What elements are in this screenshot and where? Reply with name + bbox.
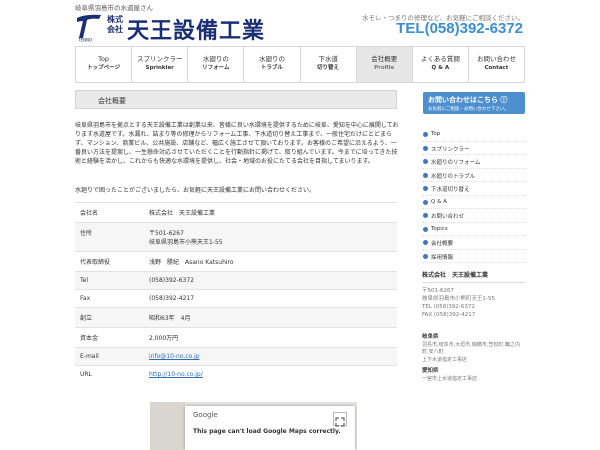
page-title: 会社概要: [75, 90, 397, 109]
sidebar-company-info: 株式会社 天王設備工業 〒501-6267 岐阜県羽島市小熊町天王1-55 TE…: [422, 272, 526, 319]
nav-sublabel: Sprinkler: [145, 65, 174, 71]
sidebar-zip: 〒501-6267: [422, 288, 454, 294]
map-error-message: This page can't load Google Maps correct…: [193, 428, 341, 435]
row-value: (058)392-4217: [145, 289, 397, 308]
nav-label: 水廻りの: [202, 55, 229, 63]
nav-label: お問い合わせ: [476, 55, 516, 63]
google-map-embed[interactable]: Google This page can't load Google Maps …: [150, 402, 357, 450]
intro-contact-text: 水廻りで困ったことがございましたら、お気軽に天王設備工業にお問い合わせください。: [75, 187, 316, 194]
table-row: E-mail info@10-no.co.jp: [75, 347, 397, 366]
logo-company-name: 天王設備工業: [127, 18, 266, 44]
row-label: 住所: [75, 222, 145, 252]
nav-sublabel: Profile: [374, 65, 395, 71]
nav-sublabel: Q & A: [431, 65, 450, 71]
contact-cta-button[interactable]: お問い合わせはこちら ⓘ お気軽にご相談・お問い合わせ下さい。: [423, 92, 525, 114]
nav-sublabel: トラブル: [260, 65, 283, 71]
table-row: 代表取締役 浅野 勝紀 Asano Katsuhiro: [75, 251, 397, 272]
table-row: 資本金 2,000万円: [75, 327, 397, 348]
row-value: info@10-no.co.jp: [145, 347, 397, 366]
sidebar-item-top[interactable]: Top: [422, 128, 526, 142]
sidebar-item-trouble[interactable]: 水廻りのトラブル: [422, 169, 526, 182]
site-logo[interactable]: TENNO 株式会社 天王設備工業: [75, 12, 275, 44]
table-row: 創立 昭和63年 4月: [75, 307, 397, 328]
row-label: 創立: [75, 307, 145, 328]
row-value: http://10-no.co.jp/: [145, 365, 397, 383]
nav-contact[interactable]: お問い合わせ Contact: [467, 47, 525, 82]
nav-label: Top: [98, 55, 110, 63]
company-info-table: 会社名 株式会社 天王設備工業 住所 〒501-6267 岐阜県羽島市小熊天王1-5…: [75, 202, 397, 383]
row-label: E-mail: [75, 347, 145, 366]
nav-profile[interactable]: 会社概要 Profile: [355, 47, 412, 82]
table-row: Tel (058)392-6372: [75, 271, 397, 290]
nav-sublabel: リフォーム: [202, 65, 230, 71]
map-error-dialog: Google This page can't load Google Maps …: [185, 406, 355, 450]
nav-top[interactable]: Top トップページ: [75, 47, 131, 82]
sidebar-company-name: 株式会社 天王設備工業: [422, 272, 526, 283]
sidebar-item-qa[interactable]: Q & A: [422, 196, 526, 209]
area-text-gifu: 羽島市,岐阜市,大垣市,瑞穂市,笠松町,輪之内町,安八町 上下水道指定工事店: [422, 341, 520, 363]
site-tagline: 岐阜県羽島市の水道屋さん: [75, 4, 153, 12]
area-title-gifu: 岐阜県: [422, 334, 439, 340]
row-label: 資本金: [75, 327, 145, 348]
row-label: Fax: [75, 289, 145, 308]
sidebar-service-area: 岐阜県 羽島市,岐阜市,大垣市,瑞穂市,笠松町,輪之内町,安八町 上下水道指定工…: [422, 330, 526, 383]
row-value: 2,000万円: [145, 327, 397, 348]
global-nav: Top トップページ スプリンクラー Sprinkler 水廻りのリフォーム 水廻り…: [75, 46, 525, 83]
cta-sublabel: お気軽にご相談・お問い合わせ下さい。: [428, 107, 509, 112]
row-value: 〒501-6267 岐阜県羽島市小熊天王1-55: [145, 222, 397, 252]
nav-sublabel: Contact: [484, 65, 509, 71]
logo-company-type: 株式会社: [107, 15, 123, 34]
area-text-aichi: 一宮市上水道指定工事店: [422, 375, 478, 382]
map-background: [150, 402, 185, 450]
sidebar-nav: Top スプリンクラー 水廻りのリフォーム 水廻りのトラブル 下水道切り替え Q…: [422, 128, 526, 263]
sidebar-item-sewer[interactable]: 下水道切り替え: [422, 182, 526, 196]
row-value: 株式会社 天王設備工業: [145, 202, 397, 223]
area-title-aichi: 愛知県: [422, 368, 439, 374]
sidebar-address: 岐阜県羽島市小熊町天王1-55: [422, 296, 495, 302]
nav-qa[interactable]: よくある質問 Q & A: [411, 47, 468, 82]
nav-trouble[interactable]: 水廻りの トラブル: [243, 47, 299, 82]
nav-label: よくある質問: [420, 55, 460, 63]
nav-sewer[interactable]: 下水道 切り替え: [299, 47, 356, 82]
row-label: 会社名: [75, 202, 145, 223]
nav-sublabel: トップページ: [87, 65, 120, 71]
table-row: 会社名 株式会社 天王設備工業: [75, 202, 397, 223]
row-value: (058)392-6372: [145, 271, 397, 290]
header-phone[interactable]: TEL(058)392-6372: [396, 20, 523, 37]
sidebar-item-topics[interactable]: Topics: [422, 223, 526, 236]
fullscreen-icon[interactable]: [333, 412, 347, 427]
cta-label: お問い合わせはこちら ⓘ: [428, 96, 508, 104]
nav-label: スプリンクラー: [136, 55, 183, 63]
row-label: Tel: [75, 271, 145, 290]
email-link[interactable]: info@10-no.co.jp: [149, 353, 200, 360]
sidebar-item-reform[interactable]: 水廻りのリフォーム: [422, 155, 526, 169]
nav-reform[interactable]: 水廻りの リフォーム: [187, 47, 243, 82]
row-value: 昭和63年 4月: [145, 307, 397, 328]
sidebar-item-recruit[interactable]: 採用情報: [422, 250, 526, 263]
sidebar-tel: TEL (058)392-6372: [422, 304, 475, 310]
table-row: Fax (058)392-4217: [75, 289, 397, 308]
sidebar-item-sprinkler[interactable]: スプリンクラー: [422, 142, 526, 155]
row-label: 代表取締役: [75, 251, 145, 272]
table-row: 住所 〒501-6267 岐阜県羽島市小熊天王1-55: [75, 222, 397, 252]
table-row: URL http://10-no.co.jp/: [75, 365, 397, 383]
intro-text: 岐阜県羽島市を拠点とする天王設備工業は創業以来、皆様に良い水環境を提供するために…: [75, 122, 399, 165]
row-value: 浅野 勝紀 Asano Katsuhiro: [145, 251, 397, 272]
nav-label: 下水道: [318, 55, 338, 63]
nav-label: 会社概要: [371, 55, 398, 63]
url-link[interactable]: http://10-no.co.jp/: [149, 371, 203, 378]
sidebar-fax: FAX (058)392-4217: [422, 312, 476, 318]
row-label: URL: [75, 365, 145, 383]
nav-sublabel: 切り替え: [317, 65, 340, 71]
google-logo: Google: [193, 411, 218, 419]
nav-label: 水廻りの: [258, 55, 285, 63]
logo-mark-icon: TENNO: [77, 14, 101, 43]
sidebar-item-profile[interactable]: 会社概要: [422, 236, 526, 250]
sidebar-item-contact[interactable]: お問い合わせ: [422, 209, 526, 223]
nav-sprinkler[interactable]: スプリンクラー Sprinkler: [131, 47, 187, 82]
svg-text:TENNO: TENNO: [77, 38, 92, 43]
